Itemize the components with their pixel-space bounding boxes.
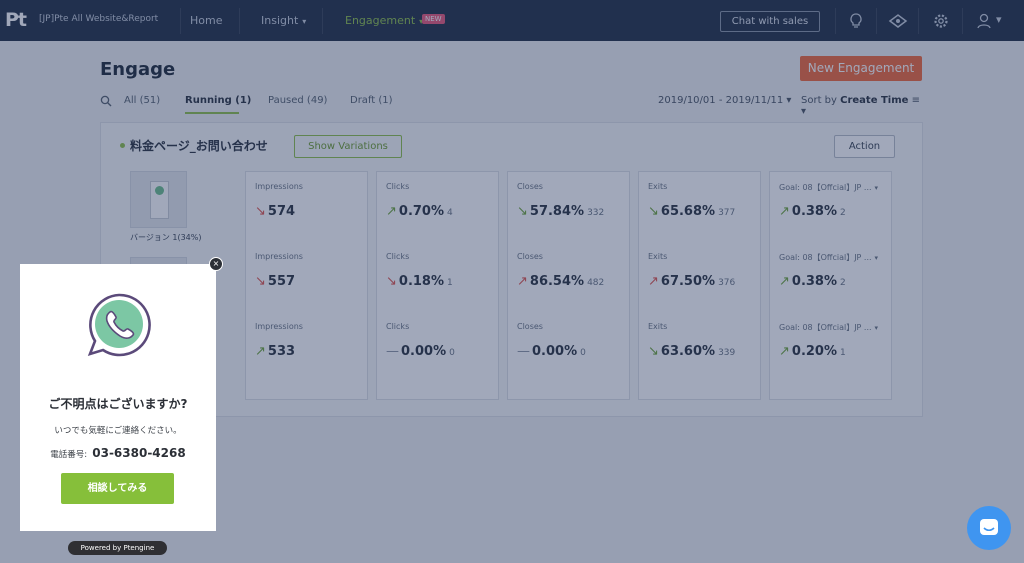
consult-button[interactable]: 相談してみる [61,473,174,504]
popup-phone-row: 電話番号: 03-6380-4268 [20,442,216,461]
chat-launcher-button[interactable] [967,506,1011,550]
phone-chat-icon [87,293,151,357]
contact-popup: ご不明点はございますか? いつでも気軽にご連絡ください。 電話番号: 03-63… [20,264,216,531]
phone-number[interactable]: 03-6380-4268 [92,446,185,460]
close-icon[interactable]: × [209,257,223,271]
phone-label: 電話番号: [50,450,88,460]
popup-subtitle: いつでも気軽にご連絡ください。 [54,426,182,436]
powered-by-badge[interactable]: Powered by Ptengine [68,541,167,555]
popup-title: ご不明点はございますか? [48,397,188,411]
chat-bubble-icon [980,519,998,535]
